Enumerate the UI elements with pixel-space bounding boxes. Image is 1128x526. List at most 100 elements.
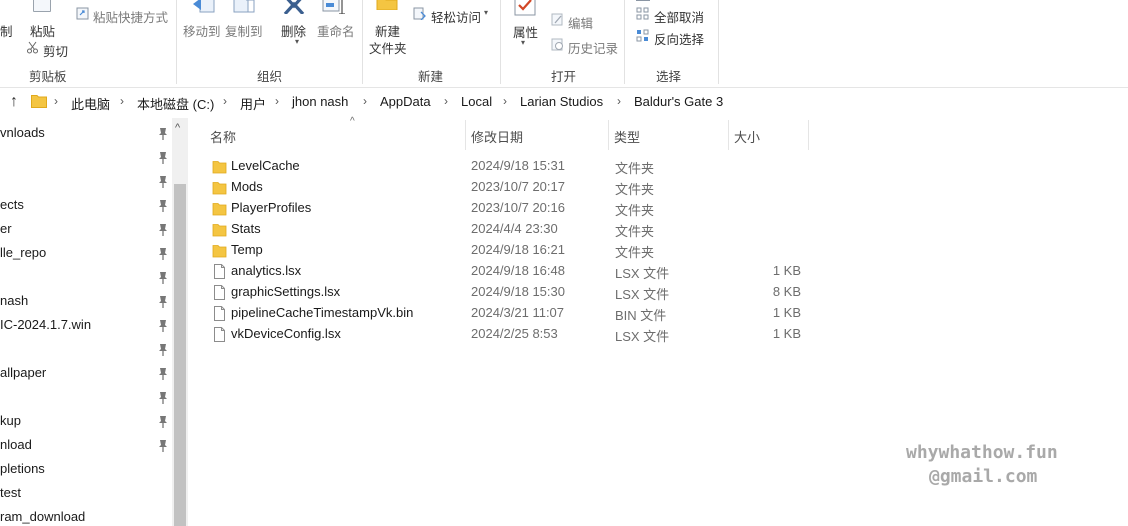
nav-item-label: nash bbox=[0, 293, 29, 308]
nav-item[interactable]: ects bbox=[0, 194, 172, 218]
pin-icon[interactable] bbox=[157, 127, 169, 141]
file-row[interactable]: Temp 2024/9/18 16:21 文件夹 bbox=[188, 240, 808, 261]
nav-item[interactable]: allpaper bbox=[0, 362, 172, 386]
pin-icon[interactable] bbox=[157, 439, 169, 453]
select-none-button[interactable]: 全部取消 bbox=[654, 7, 704, 26]
pin-icon[interactable] bbox=[157, 199, 169, 213]
pin-to-quick-access-label[interactable]: 制 bbox=[0, 21, 13, 40]
copy-to-icon bbox=[233, 0, 255, 13]
nav-item[interactable] bbox=[0, 338, 172, 362]
pin-icon[interactable] bbox=[157, 247, 169, 261]
file-row[interactable]: LevelCache 2024/9/18 15:31 文件夹 bbox=[188, 156, 808, 177]
delete-dropdown-icon[interactable]: ▾ bbox=[295, 37, 299, 46]
pin-icon[interactable] bbox=[157, 391, 169, 405]
edit-button[interactable]: 编辑 bbox=[568, 13, 593, 32]
nav-item[interactable]: IC-2024.1.7.win bbox=[0, 314, 172, 338]
file-row[interactable]: analytics.lsx 2024/9/18 16:48 LSX 文件 1 KB bbox=[188, 261, 808, 282]
breadcrumb-chevron-icon[interactable]: › bbox=[54, 94, 58, 108]
properties-button[interactable]: 属性 bbox=[513, 22, 538, 41]
pin-icon[interactable] bbox=[157, 415, 169, 429]
nav-item[interactable] bbox=[0, 146, 172, 170]
file-row[interactable]: Stats 2024/4/4 23:30 文件夹 bbox=[188, 219, 808, 240]
nav-item[interactable]: nash bbox=[0, 290, 172, 314]
scroll-up-arrow-icon[interactable]: ^ bbox=[175, 122, 180, 134]
nav-item[interactable]: ram_download bbox=[0, 506, 172, 526]
breadcrumb-chevron-icon[interactable]: › bbox=[444, 94, 448, 108]
breadcrumb-item[interactable]: AppData bbox=[380, 94, 431, 109]
nav-item[interactable]: test bbox=[0, 482, 172, 506]
pin-icon[interactable] bbox=[157, 151, 169, 165]
paste-button[interactable]: 粘贴 bbox=[30, 21, 55, 40]
pin-icon[interactable] bbox=[157, 223, 169, 237]
delete-x-icon bbox=[283, 0, 305, 14]
file-row[interactable]: Mods 2023/10/7 20:17 文件夹 bbox=[188, 177, 808, 198]
cut-button[interactable]: 剪切 bbox=[43, 41, 68, 60]
column-header-date[interactable]: 修改日期 bbox=[471, 118, 608, 150]
nav-scrollbar[interactable]: ^ bbox=[172, 118, 188, 526]
breadcrumb-chevron-icon[interactable]: › bbox=[617, 94, 621, 108]
history-button[interactable]: 历史记录 bbox=[568, 38, 618, 57]
column-divider[interactable] bbox=[465, 120, 466, 150]
nav-item[interactable]: nload bbox=[0, 434, 172, 458]
nav-item[interactable]: vnloads bbox=[0, 122, 172, 146]
easy-access-dropdown-icon[interactable]: ▾ bbox=[484, 8, 488, 17]
paste-shortcut-button[interactable]: 粘贴快捷方式 bbox=[93, 7, 168, 26]
column-divider[interactable] bbox=[808, 120, 809, 150]
breadcrumb-item[interactable]: Local bbox=[461, 94, 492, 109]
pin-icon[interactable] bbox=[157, 319, 169, 333]
nav-item[interactable] bbox=[0, 170, 172, 194]
breadcrumb-item[interactable]: 本地磁盘 (C:) bbox=[137, 94, 214, 113]
nav-item[interactable] bbox=[0, 266, 172, 290]
paste-shortcut-icon bbox=[76, 7, 89, 20]
breadcrumb-chevron-icon[interactable]: › bbox=[223, 94, 227, 108]
address-field[interactable]: › 此电脑 › 本地磁盘 (C:) › 用户 › jhon nash › AppData › Loca… bbox=[28, 89, 1128, 116]
folder-icon bbox=[212, 224, 227, 237]
open-group-label: 打开 bbox=[551, 70, 577, 84]
file-row[interactable]: PlayerProfiles 2023/10/7 20:16 文件夹 bbox=[188, 198, 808, 219]
move-to-button[interactable]: 移动到 bbox=[183, 21, 221, 40]
file-name: Stats bbox=[231, 221, 261, 236]
file-date: 2024/9/18 15:31 bbox=[471, 158, 565, 173]
file-date: 2024/4/4 23:30 bbox=[471, 221, 558, 236]
up-arrow-icon[interactable]: ↑ bbox=[5, 93, 23, 111]
pin-icon[interactable] bbox=[157, 343, 169, 357]
nav-item[interactable]: kup bbox=[0, 410, 172, 434]
pin-icon[interactable] bbox=[157, 271, 169, 285]
nav-item[interactable]: lle_repo bbox=[0, 242, 172, 266]
file-row[interactable]: vkDeviceConfig.lsx 2024/2/25 8:53 LSX 文件 1 … bbox=[188, 324, 808, 345]
rename-button[interactable]: 重命名 bbox=[317, 21, 355, 40]
delete-button[interactable]: 删除 bbox=[281, 21, 306, 40]
breadcrumb-chevron-icon[interactable]: › bbox=[363, 94, 367, 108]
pin-icon[interactable] bbox=[157, 295, 169, 309]
nav-item[interactable]: er bbox=[0, 218, 172, 242]
group-divider bbox=[176, 0, 177, 84]
copy-to-button[interactable]: 复制到 bbox=[225, 21, 263, 40]
new-folder-icon bbox=[376, 0, 398, 10]
nav-item[interactable] bbox=[0, 386, 172, 410]
new-folder-button-line2[interactable]: 文件夹 bbox=[369, 38, 407, 57]
column-divider[interactable] bbox=[608, 120, 609, 150]
edit-icon bbox=[551, 13, 563, 26]
column-header-type[interactable]: 类型 bbox=[614, 118, 728, 150]
file-row[interactable]: graphicSettings.lsx 2024/9/18 15:30 LSX 文件… bbox=[188, 282, 808, 303]
breadcrumb-item[interactable]: Larian Studios bbox=[520, 94, 603, 109]
breadcrumb-chevron-icon[interactable]: › bbox=[275, 94, 279, 108]
invert-selection-button[interactable]: 反向选择 bbox=[654, 29, 704, 48]
column-header-size[interactable]: 大小 bbox=[734, 118, 808, 150]
breadcrumb-item[interactable]: 此电脑 bbox=[71, 94, 110, 113]
file-row[interactable]: pipelineCacheTimestampVk.bin 2024/3/21 11… bbox=[188, 303, 808, 324]
nav-item[interactable]: pletions bbox=[0, 458, 172, 482]
breadcrumb-item[interactable]: 用户 bbox=[240, 94, 266, 113]
column-header-name[interactable]: ^ 名称 bbox=[210, 116, 465, 150]
easy-access-button[interactable]: 轻松访问 bbox=[431, 7, 481, 26]
breadcrumb-chevron-icon[interactable]: › bbox=[120, 94, 124, 108]
nav-scrollbar-thumb[interactable] bbox=[174, 184, 186, 526]
column-divider[interactable] bbox=[728, 120, 729, 150]
breadcrumb-item[interactable]: jhon nash bbox=[292, 94, 348, 109]
breadcrumb-item[interactable]: Baldur's Gate 3 bbox=[634, 94, 723, 109]
pin-icon[interactable] bbox=[157, 175, 169, 189]
properties-dropdown-icon[interactable]: ▾ bbox=[521, 38, 525, 47]
pin-icon[interactable] bbox=[157, 367, 169, 381]
group-divider bbox=[500, 0, 501, 84]
breadcrumb-chevron-icon[interactable]: › bbox=[503, 94, 507, 108]
